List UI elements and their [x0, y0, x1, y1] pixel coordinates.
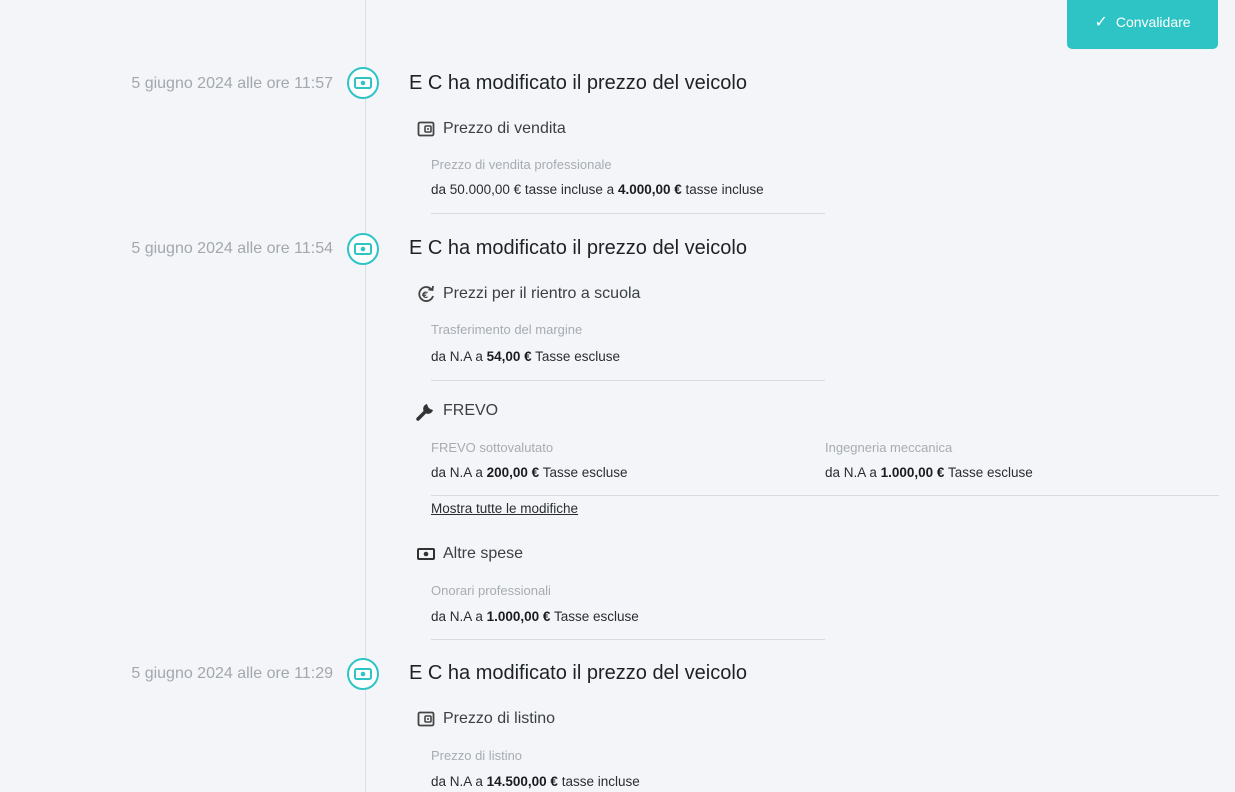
field-value: da N.A a 14.500,00 € tasse incluse — [431, 774, 640, 789]
event-date: 5 giugno 2024 alle ore 11:57 — [131, 75, 333, 92]
event-title: E C ha modificato il prezzo del veicolo — [409, 72, 747, 94]
field-value: da 50.000,00 € tasse incluse a 4.000,00 … — [431, 182, 764, 197]
field-value: da N.A a 54,00 € Tasse escluse — [431, 349, 620, 364]
divider — [431, 639, 825, 640]
field-label: Trasferimento del margine — [431, 322, 583, 337]
banknote-icon — [347, 67, 379, 99]
banknote-icon — [415, 543, 437, 565]
event-date: 5 giugno 2024 alle ore 11:54 — [131, 240, 333, 257]
section-title: Prezzo di vendita — [415, 118, 566, 140]
check-icon: ✓ — [1094, 14, 1108, 31]
event-date: 5 giugno 2024 alle ore 11:29 — [131, 665, 333, 682]
section-title-label: Prezzo di vendita — [443, 120, 566, 137]
validate-button-label: Convalidare — [1115, 14, 1191, 30]
banknote-icon — [347, 658, 379, 690]
wallet-icon — [415, 708, 437, 730]
field-label: Prezzo di listino — [431, 748, 523, 763]
field-label: Prezzo di vendita professionale — [431, 157, 612, 172]
wrench-icon — [415, 400, 437, 422]
field-value: da N.A a 1.000,00 € Tasse escluse — [431, 609, 639, 624]
wallet-icon — [415, 118, 437, 140]
section-title: Prezzo di listino — [415, 708, 555, 730]
field-label: Ingegneria meccanica — [825, 440, 953, 455]
field-label: Onorari professionali — [431, 583, 551, 598]
divider — [431, 495, 1219, 496]
show-all-changes-link[interactable]: Mostra tutte le modifiche — [431, 501, 578, 516]
divider — [431, 213, 825, 214]
event-title: E C ha modificato il prezzo del veicolo — [409, 662, 747, 684]
section-title-label: Altre spese — [443, 545, 524, 562]
section-title: Altre spese — [415, 543, 523, 565]
validate-button[interactable]: ✓ Convalidare — [1067, 0, 1218, 49]
section-title-label: FREVO — [443, 402, 499, 419]
field-value: da N.A a 1.000,00 € Tasse escluse — [825, 465, 1033, 480]
field-label: FREVO sottovalutato — [431, 440, 554, 455]
event-title: E C ha modificato il prezzo del veicolo — [409, 237, 747, 259]
section-title: FREVO — [415, 400, 498, 422]
section-title-label: Prezzo di listino — [443, 710, 556, 727]
section-title: € Prezzi per il rientro a scuola — [415, 283, 640, 305]
banknote-icon — [347, 233, 379, 265]
divider — [431, 380, 825, 381]
field-value: da N.A a 200,00 € Tasse escluse — [431, 465, 628, 480]
section-title-label: Prezzi per il rientro a scuola — [443, 285, 641, 302]
top-strip — [0, 0, 1235, 12]
euro-refresh-icon: € — [415, 283, 437, 305]
svg-text:€: € — [421, 291, 428, 301]
